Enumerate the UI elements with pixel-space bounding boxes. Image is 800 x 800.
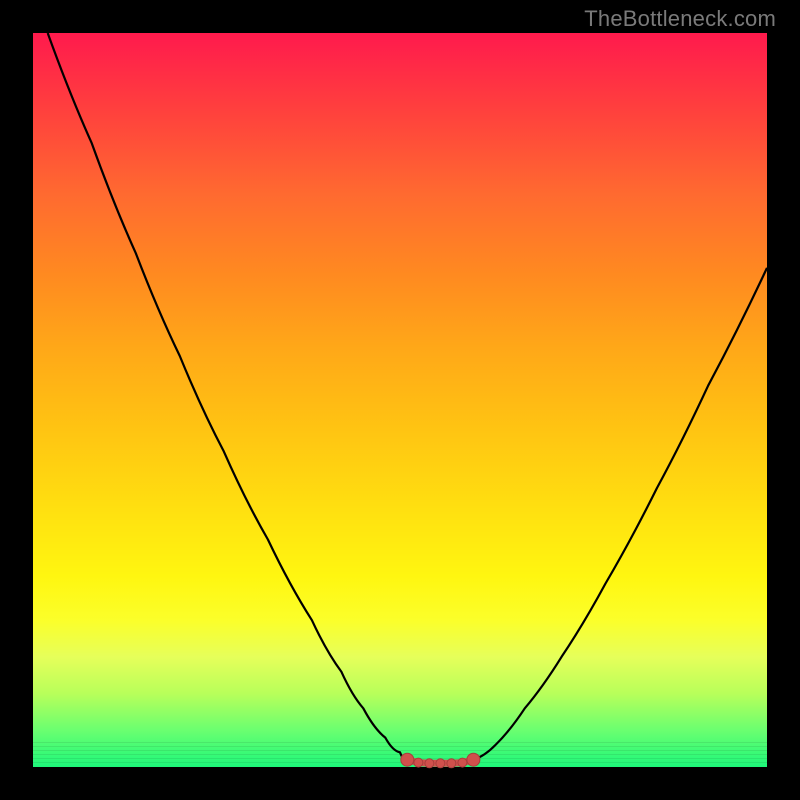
watermark-text: TheBottleneck.com [584, 6, 776, 32]
plot-background [33, 33, 767, 767]
bottom-gradient-stripes [33, 727, 767, 767]
chart-frame: TheBottleneck.com [0, 0, 800, 800]
